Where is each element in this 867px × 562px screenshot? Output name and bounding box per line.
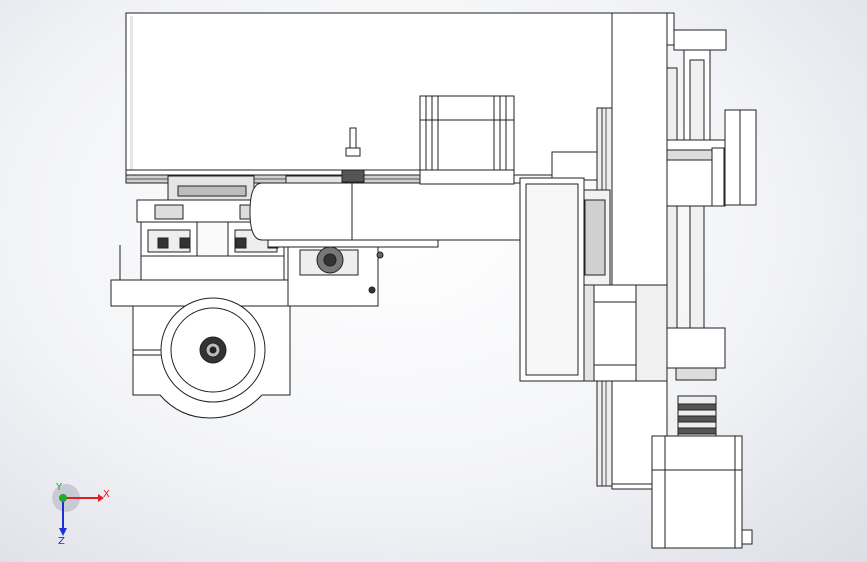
x-axis-label: X <box>103 489 110 500</box>
axis-triad: X Y Z <box>52 482 110 547</box>
horizontal-arm <box>249 182 521 248</box>
ball-screw-assembly <box>666 29 757 381</box>
mechanical-assembly-drawing <box>110 12 757 549</box>
cad-viewport[interactable]: X Y Z <box>0 0 867 562</box>
y-axis-label: Y <box>55 482 63 493</box>
wheel-housing <box>110 279 292 419</box>
bearing-bracket <box>287 243 384 307</box>
bottom-stepper-motor <box>651 435 753 549</box>
shaft-coupling <box>677 395 717 437</box>
y-axis-arrow <box>59 494 67 502</box>
arm-stepper-motor <box>419 95 515 185</box>
z-axis-label: Z <box>58 536 65 547</box>
